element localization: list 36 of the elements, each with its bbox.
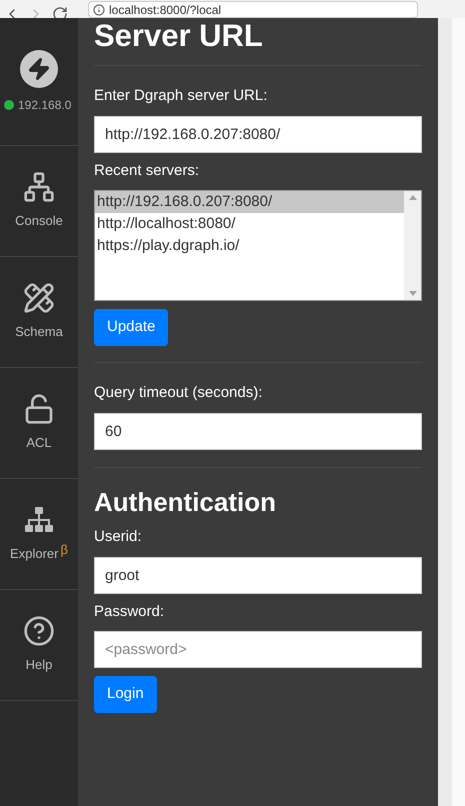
field-label: Userid: [94,527,143,547]
info-icon [93,4,105,16]
server-option[interactable]: https://play.dgraph.io/ [95,235,404,257]
update-button[interactable]: Update [94,309,168,346]
field-label: Password: [94,602,166,622]
unlocked-padlock-icon [23,393,55,426]
section-title: Authentication [94,486,277,518]
field-label: Recent servers: [94,160,200,180]
nav-label: ACL [26,434,52,452]
nav-label: Help [26,656,52,674]
field-label: Enter Dgraph server URL: [94,86,268,106]
reload-icon[interactable] [52,6,68,18]
logo-icon [20,50,58,88]
beta-label: β [60,541,68,560]
nav-label: Console [15,212,63,230]
server-option[interactable]: http://192.168.0.207:8080/ [95,191,404,213]
userid-field[interactable]: groot [94,556,422,594]
section-title: Server URL [94,20,422,66]
recent-servers-list[interactable]: http://192.168.0.207:8080/ http://localhost:8080/ https://play.dgraph.io/ [94,190,422,301]
url-text: localhost:8000/?local [109,4,222,16]
timeout-field[interactable]: 60 [94,412,422,450]
pencil-ruler-icon [23,282,55,314]
nav-label: Explorer [10,545,58,564]
help-icon [23,615,55,648]
login-button[interactable]: Login [94,676,157,713]
address-bar[interactable]: localhost:8000/?local [88,1,418,18]
network-icon [23,171,55,204]
scroll-up-icon[interactable] [408,195,416,200]
server-url-field[interactable]: http://192.168.0.207:8080/ [94,116,422,152]
server-option[interactable]: http://localhost:8080/ [95,213,404,235]
field-label: Query timeout (seconds): [94,383,264,403]
password-field[interactable]: <password> [94,631,422,668]
scrollbar[interactable] [404,191,421,300]
scroll-down-icon[interactable] [408,291,416,296]
nav-label: Schema [15,323,63,342]
server-address: 192.168.0 [18,96,72,114]
